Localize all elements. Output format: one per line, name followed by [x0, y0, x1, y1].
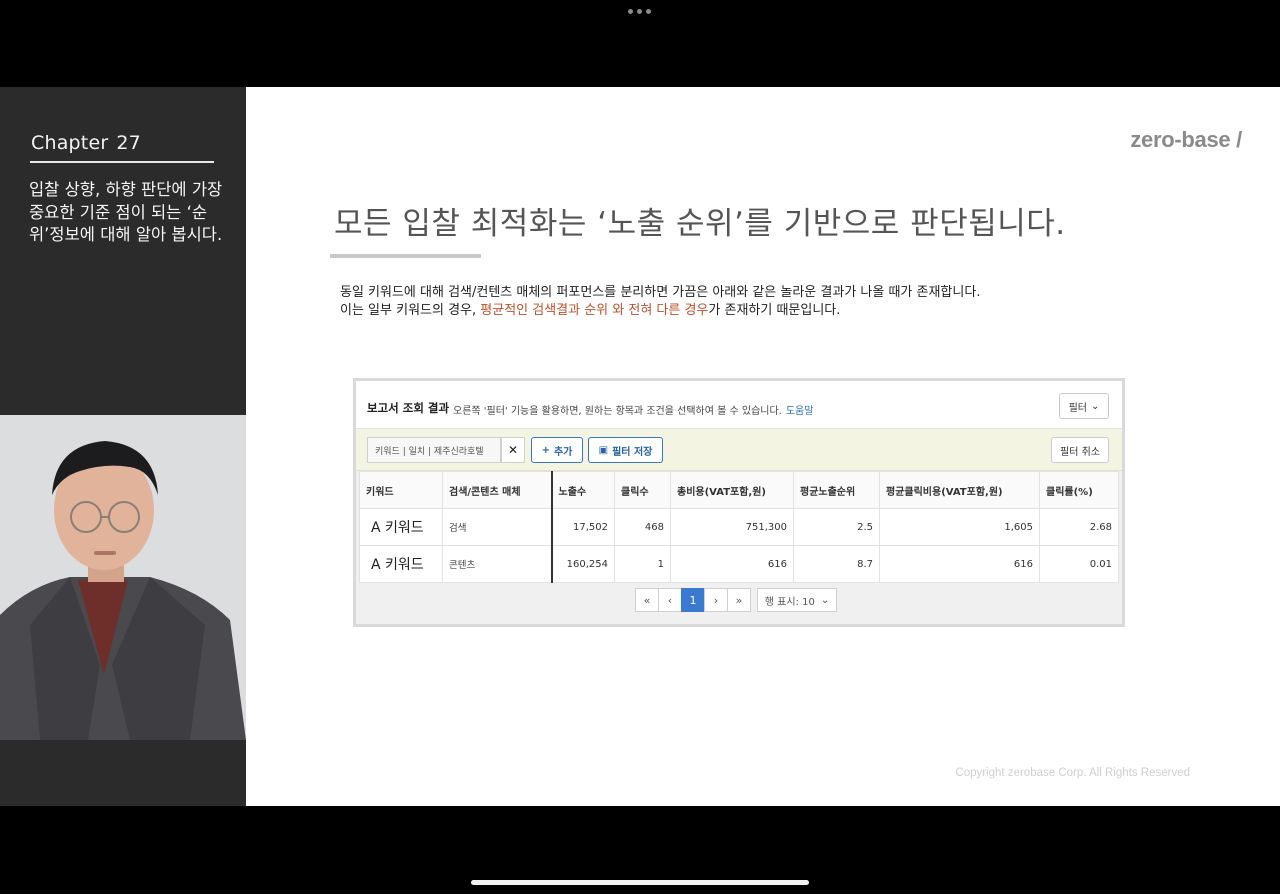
copyright-text: Copyright zerobase Corp. All Rights Rese… [955, 767, 1190, 779]
filter-dropdown[interactable]: 필터 ⌄ [1059, 393, 1109, 419]
cell-media: 검색 [442, 508, 553, 546]
prev-page-button[interactable]: ‹ [658, 588, 682, 612]
chapter-word: Chapter [31, 132, 109, 154]
report-title: 보고서 조회 결과 [367, 401, 450, 415]
cell-media: 콘텐츠 [442, 545, 553, 583]
page-number-button[interactable]: 1 [681, 588, 705, 612]
rows-per-page-label: 행 표시: 10 [764, 596, 815, 608]
save-filter-button[interactable]: ▣ 필터 저장 [588, 437, 663, 463]
table-row: A 키워드 콘텐츠 160,254 1 616 8.7 616 0.01 [359, 545, 1119, 583]
add-filter-label: 추가 [553, 446, 573, 458]
column-header[interactable]: 검색/콘텐츠 매체 [442, 471, 553, 509]
column-header[interactable]: 총비용(VAT포함,원) [670, 471, 794, 509]
cell-total-cost: 616 [670, 545, 794, 583]
plus-icon: + [541, 444, 550, 456]
report-screenshot: 보고서 조회 결과 오른쪽 '필터' 기능을 활용하면, 원하는 항목과 조건을… [353, 378, 1125, 627]
body-line-2-highlight: 평균적인 검색결과 순위 와 전혀 다른 경우 [480, 303, 709, 318]
filter-dropdown-label: 필터 [1068, 402, 1087, 414]
cell-impressions: 160,254 [551, 545, 615, 583]
rows-per-page-select[interactable]: 행 표시: 10 ⌄ [757, 588, 837, 612]
chevron-down-icon: ⌄ [820, 594, 830, 606]
cell-keyword: A 키워드 [359, 545, 443, 583]
report-header: 보고서 조회 결과 오른쪽 '필터' 기능을 활용하면, 원하는 항목과 조건을… [356, 381, 1122, 429]
add-filter-button[interactable]: + 추가 [531, 437, 583, 463]
body-line-2-prefix: 이는 일부 키워드의 경우, [340, 303, 477, 318]
save-icon: ▣ [598, 444, 609, 456]
chapter-number: 27 [116, 132, 141, 154]
cell-clicks: 468 [614, 508, 671, 546]
filter-chip[interactable]: 키워드 | 일치 | 제주신라호텔 [367, 437, 501, 463]
close-icon[interactable]: ✕ [501, 437, 525, 463]
cell-ctr: 2.68 [1039, 508, 1119, 546]
cell-avg-cpc: 616 [879, 545, 1040, 583]
title-underline [330, 254, 481, 258]
slide-title: 모든 입찰 최적화는 ‘노출 순위’를 기반으로 판단됩니다. [334, 206, 1066, 242]
column-header[interactable]: 평균클릭비용(VAT포함,원) [879, 471, 1040, 509]
pagination: « ‹ 1 › » 행 표시: 10 ⌄ [635, 588, 837, 612]
cell-ctr: 0.01 [1039, 545, 1119, 583]
cancel-filter-button[interactable]: 필터 취소 [1051, 437, 1109, 463]
cell-avg-cpc: 1,605 [879, 508, 1040, 546]
column-header[interactable]: 평균노출순위 [793, 471, 880, 509]
cell-keyword: A 키워드 [359, 508, 443, 546]
table-row: A 키워드 검색 17,502 468 751,300 2.5 1,605 2.… [359, 508, 1119, 546]
body-line-2-suffix: 가 존재하기 때문입니다. [708, 303, 841, 318]
home-indicator[interactable] [471, 880, 809, 885]
next-page-button[interactable]: › [704, 588, 728, 612]
column-header[interactable]: 키워드 [359, 471, 443, 509]
chevron-down-icon: ⌄ [1091, 400, 1100, 412]
cell-total-cost: 751,300 [670, 508, 794, 546]
presenter-illustration [0, 415, 246, 740]
first-page-button[interactable]: « [635, 588, 659, 612]
cell-avg-rank: 2.5 [793, 508, 880, 546]
cell-impressions: 17,502 [551, 508, 615, 546]
body-line-2: 이는 일부 키워드의 경우, 평균적인 검색결과 순위 와 전혀 다른 경우가 … [340, 302, 980, 320]
cell-avg-rank: 8.7 [793, 545, 880, 583]
save-filter-label: 필터 저장 [612, 446, 653, 458]
report-description: 오른쪽 '필터' 기능을 활용하면, 원하는 항목과 조건을 선택하여 볼 수 … [453, 402, 813, 417]
column-header[interactable]: 노출수 [551, 471, 615, 509]
body-line-1: 동일 키워드에 대해 검색/컨텐츠 매체의 퍼포먼스를 분리하면 가끔은 아래와… [340, 285, 981, 300]
column-header[interactable]: 클릭수 [614, 471, 671, 509]
chapter-divider [30, 161, 214, 163]
report-table: 키워드 검색/콘텐츠 매체 노출수 클릭수 총비용(VAT포함,원) 평균노출순… [359, 471, 1119, 583]
last-page-button[interactable]: » [727, 588, 751, 612]
slide: zero-base / 모든 입찰 최적화는 ‘노출 순위’를 기반으로 판단됩… [246, 87, 1280, 806]
presenter-video [0, 415, 246, 740]
slide-body: 동일 키워드에 대해 검색/컨텐츠 매체의 퍼포먼스를 분리하면 가끔은 아래와… [340, 284, 980, 320]
chapter-description: 입찰 상향, 하향 판단에 가장 중요한 기준 점이 되는 ‘순위’정보에 대해… [29, 180, 223, 244]
window-options-icon[interactable] [628, 9, 651, 14]
table-header-row: 키워드 검색/콘텐츠 매체 노출수 클릭수 총비용(VAT포함,원) 평균노출순… [359, 471, 1119, 509]
help-link[interactable]: 도움말 [786, 406, 814, 417]
chapter-heading: Chapter 27 [31, 132, 141, 154]
report-description-text: 오른쪽 '필터' 기능을 활용하면, 원하는 항목과 조건을 선택하여 볼 수 … [453, 406, 782, 417]
column-header[interactable]: 클릭률(%) [1039, 471, 1119, 509]
filter-bar: 키워드 | 일치 | 제주신라호텔 ✕ + 추가 ▣ 필터 저장 필터 취소 [356, 429, 1122, 471]
cell-clicks: 1 [614, 545, 671, 583]
brand-logo: zero-base / [1130, 127, 1242, 152]
